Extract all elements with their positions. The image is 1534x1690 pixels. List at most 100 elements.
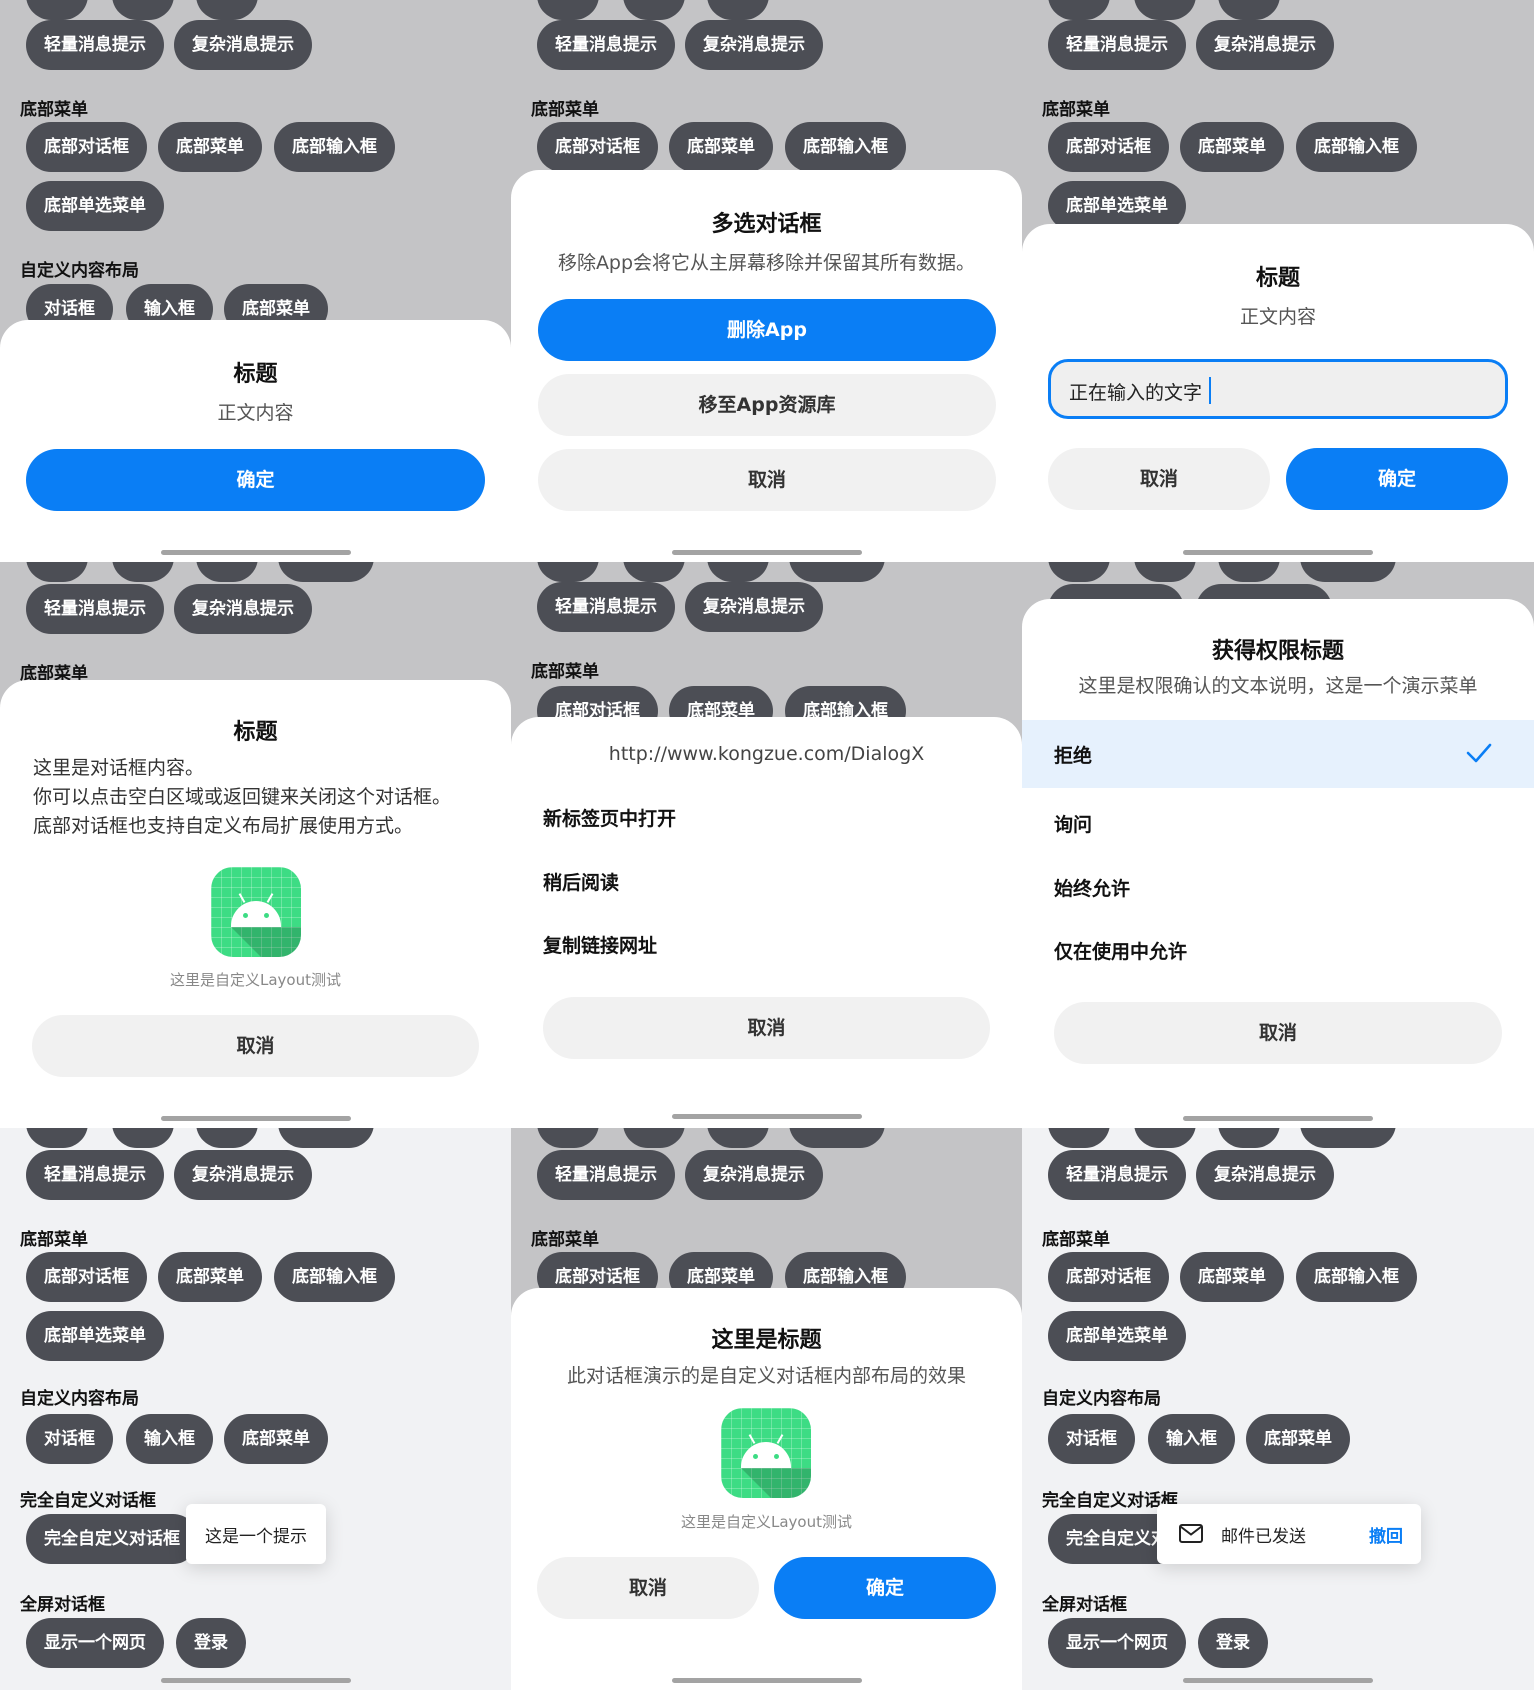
selected-row[interactable]: 拒绝 bbox=[1022, 720, 1534, 788]
menu-item-copy-link[interactable]: 复制链接网址 bbox=[543, 931, 657, 958]
menu-chip[interactable] bbox=[26, 0, 88, 20]
delete-app-button[interactable]: 删除App bbox=[538, 299, 996, 361]
cancel-button[interactable]: 取消 bbox=[538, 449, 996, 511]
menu-chip[interactable] bbox=[1134, 0, 1196, 20]
menu-chip[interactable] bbox=[26, 562, 88, 582]
cancel-button[interactable]: 取消 bbox=[32, 1015, 479, 1077]
menu-chip[interactable] bbox=[623, 562, 685, 582]
menu-chip[interactable] bbox=[1218, 1128, 1280, 1148]
home-indicator bbox=[1183, 550, 1373, 555]
menu-chip[interactable] bbox=[1048, 0, 1110, 20]
light-tip-button[interactable]: 轻量消息提示 bbox=[1048, 20, 1186, 70]
option-allow-while-using[interactable]: 仅在使用中允许 bbox=[1054, 937, 1187, 964]
menu-chip[interactable] bbox=[112, 1128, 174, 1148]
bottom-menu-button[interactable]: 底部菜单 bbox=[158, 122, 262, 172]
bottom-menu-button[interactable]: 底部菜单 bbox=[158, 1252, 262, 1302]
menu-chip[interactable] bbox=[789, 1128, 885, 1148]
light-tip-button[interactable]: 轻量消息提示 bbox=[537, 582, 675, 632]
complex-tip-button[interactable]: 复杂消息提示 bbox=[685, 1150, 823, 1200]
bottom-menu-button[interactable]: 底部菜单 bbox=[1180, 1252, 1284, 1302]
menu-chip[interactable] bbox=[623, 1128, 685, 1148]
bottom-menu-button[interactable]: 底部菜单 bbox=[224, 1414, 328, 1464]
bottom-select-menu-button[interactable]: 底部单选菜单 bbox=[1048, 1311, 1186, 1361]
menu-chip[interactable] bbox=[1218, 562, 1280, 582]
light-tip-button[interactable]: 轻量消息提示 bbox=[537, 1150, 675, 1200]
option-always-allow[interactable]: 始终允许 bbox=[1054, 874, 1130, 901]
menu-chip[interactable] bbox=[537, 562, 599, 582]
dialog-button[interactable]: 对话框 bbox=[26, 1414, 113, 1464]
bottom-dialog-button[interactable]: 底部对话框 bbox=[26, 122, 147, 172]
menu-chip[interactable] bbox=[278, 562, 374, 582]
menu-chip[interactable] bbox=[537, 0, 599, 20]
bottom-input-button[interactable]: 底部输入框 bbox=[274, 1252, 395, 1302]
menu-chip[interactable] bbox=[112, 0, 174, 20]
bottom-dialog-button[interactable]: 底部对话框 bbox=[1048, 1252, 1169, 1302]
input-button[interactable]: 输入框 bbox=[126, 1414, 213, 1464]
cancel-button[interactable]: 取消 bbox=[537, 1557, 759, 1619]
complex-tip-button[interactable]: 复杂消息提示 bbox=[174, 1150, 312, 1200]
cancel-button[interactable]: 取消 bbox=[1048, 448, 1270, 510]
menu-chip[interactable] bbox=[707, 562, 769, 582]
dialog-button[interactable]: 对话框 bbox=[1048, 1414, 1135, 1464]
menu-chip[interactable] bbox=[537, 1128, 599, 1148]
complex-tip-button[interactable]: 复杂消息提示 bbox=[685, 20, 823, 70]
section-label: 底部菜单 bbox=[1042, 100, 1110, 120]
light-tip-button[interactable]: 轻量消息提示 bbox=[537, 20, 675, 70]
ok-button[interactable]: 确定 bbox=[26, 449, 485, 511]
menu-chip[interactable] bbox=[1218, 0, 1280, 20]
bottom-dialog-button[interactable]: 底部对话框 bbox=[537, 122, 658, 172]
menu-chip[interactable] bbox=[707, 1128, 769, 1148]
login-button[interactable]: 登录 bbox=[1198, 1618, 1268, 1668]
menu-chip[interactable] bbox=[112, 562, 174, 582]
menu-chip[interactable] bbox=[1048, 1128, 1110, 1148]
complex-tip-button[interactable]: 复杂消息提示 bbox=[685, 582, 823, 632]
cancel-button[interactable]: 取消 bbox=[543, 997, 990, 1059]
menu-chip[interactable] bbox=[26, 1128, 88, 1148]
light-tip-button[interactable]: 轻量消息提示 bbox=[26, 20, 164, 70]
light-tip-button[interactable]: 轻量消息提示 bbox=[26, 1150, 164, 1200]
ok-button[interactable]: 确定 bbox=[774, 1557, 996, 1619]
menu-chip[interactable] bbox=[196, 562, 258, 582]
light-tip-button[interactable]: 轻量消息提示 bbox=[26, 584, 164, 634]
menu-chip[interactable] bbox=[1134, 1128, 1196, 1148]
show-webpage-button[interactable]: 显示一个网页 bbox=[26, 1618, 164, 1668]
complex-tip-button[interactable]: 复杂消息提示 bbox=[1196, 1150, 1334, 1200]
bottom-menu-button[interactable]: 底部菜单 bbox=[1180, 122, 1284, 172]
bottom-select-menu-button[interactable]: 底部单选菜单 bbox=[26, 1311, 164, 1361]
bottom-input-button[interactable]: 底部输入框 bbox=[274, 122, 395, 172]
bottom-menu-button[interactable]: 底部菜单 bbox=[1246, 1414, 1350, 1464]
menu-chip[interactable] bbox=[707, 0, 769, 20]
show-webpage-button[interactable]: 显示一个网页 bbox=[1048, 1618, 1186, 1668]
menu-chip[interactable] bbox=[196, 0, 258, 20]
bottom-select-menu-button[interactable]: 底部单选菜单 bbox=[26, 181, 164, 231]
login-button[interactable]: 登录 bbox=[176, 1618, 246, 1668]
complex-tip-button[interactable]: 复杂消息提示 bbox=[174, 20, 312, 70]
bottom-input-button[interactable]: 底部输入框 bbox=[1296, 122, 1417, 172]
menu-chip[interactable] bbox=[278, 1128, 374, 1148]
option-ask[interactable]: 询问 bbox=[1054, 810, 1092, 837]
bottom-menu-button[interactable]: 底部菜单 bbox=[669, 122, 773, 172]
ok-button[interactable]: 确定 bbox=[1286, 448, 1508, 510]
menu-chip[interactable] bbox=[196, 1128, 258, 1148]
menu-chip[interactable] bbox=[1300, 562, 1396, 582]
bottom-input-button[interactable]: 底部输入框 bbox=[785, 122, 906, 172]
light-tip-button[interactable]: 轻量消息提示 bbox=[1048, 1150, 1186, 1200]
bottom-dialog-button[interactable]: 底部对话框 bbox=[1048, 122, 1169, 172]
bottom-dialog-button[interactable]: 底部对话框 bbox=[26, 1252, 147, 1302]
menu-item-read-later[interactable]: 稍后阅读 bbox=[543, 868, 619, 895]
menu-chip[interactable] bbox=[1048, 562, 1110, 582]
undo-button[interactable]: 撤回 bbox=[1369, 1522, 1403, 1547]
menu-chip[interactable] bbox=[789, 562, 885, 582]
input-button[interactable]: 输入框 bbox=[1148, 1414, 1235, 1464]
menu-chip[interactable] bbox=[623, 0, 685, 20]
complex-tip-button[interactable]: 复杂消息提示 bbox=[174, 584, 312, 634]
menu-item-open-new-tab[interactable]: 新标签页中打开 bbox=[543, 804, 676, 831]
bottom-input-button[interactable]: 底部输入框 bbox=[1296, 1252, 1417, 1302]
menu-chip[interactable] bbox=[1134, 562, 1196, 582]
text-input-field[interactable]: 正在输入的文字 bbox=[1048, 359, 1508, 419]
full-custom-dialog-button[interactable]: 完全自定义对话框 bbox=[26, 1514, 198, 1564]
move-to-library-button[interactable]: 移至App资源库 bbox=[538, 374, 996, 436]
complex-tip-button[interactable]: 复杂消息提示 bbox=[1196, 20, 1334, 70]
menu-chip[interactable] bbox=[1300, 1128, 1396, 1148]
cancel-button[interactable]: 取消 bbox=[1054, 1002, 1502, 1064]
